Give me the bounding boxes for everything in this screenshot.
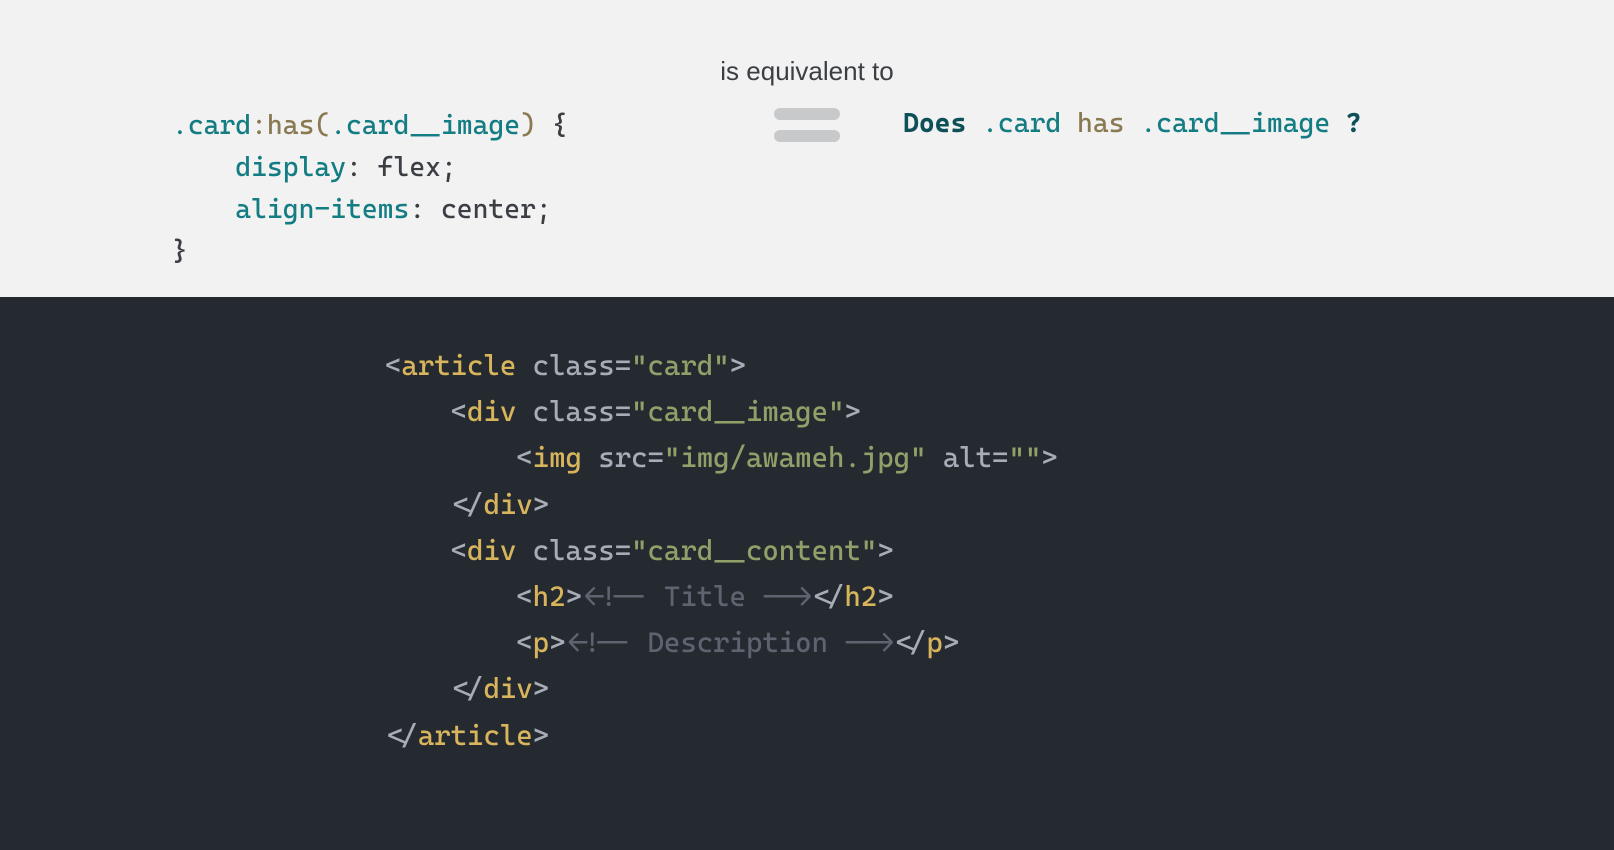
attr-class: class (533, 395, 615, 428)
space (926, 441, 942, 474)
css-brace-close: } (172, 236, 188, 267)
angle-open-slash: </ (894, 626, 927, 659)
equals: = (615, 349, 631, 382)
tag-div: div (467, 534, 516, 567)
angle-open-slash: </ (451, 672, 484, 705)
space (516, 534, 532, 567)
question-has: has (1077, 108, 1140, 139)
angle-open: < (451, 534, 467, 567)
question-mark: ? (1346, 108, 1362, 139)
angle-close: > (533, 719, 549, 752)
angle-close: > (877, 534, 893, 567)
css-colon: : (409, 194, 441, 225)
equals: = (648, 441, 664, 474)
str-src: "img/awameh.jpg" (664, 441, 927, 474)
angle-close: > (877, 580, 893, 613)
tag-div: div (467, 395, 516, 428)
str-card: "card" (631, 349, 729, 382)
css-has-open: :has( (251, 110, 330, 141)
angle-close: > (844, 395, 860, 428)
attr-class: class (533, 349, 615, 382)
angle-open: < (516, 441, 532, 474)
angle-open-slash: </ (385, 719, 418, 752)
equals: = (992, 441, 1008, 474)
equals-bar-top (774, 108, 840, 120)
angle-open: < (516, 580, 532, 613)
equals: = (615, 534, 631, 567)
angle-close: > (730, 349, 746, 382)
question-text: Does .card has .card__image ? (903, 108, 1362, 139)
tag-p-close: p (926, 626, 942, 659)
angle-open: < (451, 395, 467, 428)
comment-description: <!-- Description --> (565, 626, 893, 659)
equals: = (615, 395, 631, 428)
angle-close: > (1041, 441, 1057, 474)
equals-icon (774, 108, 840, 142)
angle-close: > (943, 626, 959, 659)
attr-alt: alt (943, 441, 992, 474)
css-val-flex: flex; (378, 152, 457, 183)
equals-bar-bottom (774, 130, 840, 142)
tag-div-close: div (483, 488, 532, 521)
attr-src: src (598, 441, 647, 474)
angle-close: > (533, 488, 549, 521)
tag-h2: h2 (533, 580, 566, 613)
tag-article-close: article (418, 719, 533, 752)
css-code-block: .card:has(.card__image) { display: flex;… (172, 105, 568, 272)
css-selector-card: .card (172, 110, 251, 141)
space (582, 441, 598, 474)
comment-title: <!-- Title --> (582, 580, 812, 613)
str-card-content: "card__content" (631, 534, 877, 567)
css-colon: : (346, 152, 378, 183)
str-card-image: "card__image" (631, 395, 844, 428)
str-alt: "" (1008, 441, 1041, 474)
angle-open: < (385, 349, 401, 382)
angle-open-slash: </ (812, 580, 845, 613)
space (516, 349, 532, 382)
question-image: .card__image (1140, 108, 1346, 139)
tag-h2-close: h2 (844, 580, 877, 613)
top-panel: is equivalent to .card:has(.card__image)… (0, 0, 1614, 297)
angle-open: < (516, 626, 532, 659)
html-code-block: <article class="card"> <div class="card_… (385, 343, 1058, 759)
angle-close: > (533, 672, 549, 705)
angle-close: > (549, 626, 565, 659)
css-brace-open: { (536, 110, 568, 141)
tag-article: article (401, 349, 516, 382)
css-has-close: ) (520, 110, 536, 141)
tag-p: p (533, 626, 549, 659)
question-does: Does (903, 108, 982, 139)
tag-img: img (533, 441, 582, 474)
angle-close: > (565, 580, 581, 613)
css-prop-align-items: align-items (235, 194, 409, 225)
angle-open-slash: </ (451, 488, 484, 521)
space (516, 395, 532, 428)
attr-class: class (533, 534, 615, 567)
tag-div-close: div (483, 672, 532, 705)
css-selector-image: .card__image (330, 110, 520, 141)
css-val-center: center; (441, 194, 552, 225)
css-prop-display: display (235, 152, 346, 183)
question-card: .card (982, 108, 1077, 139)
bottom-panel: <article class="card"> <div class="card_… (0, 297, 1614, 850)
equivalent-label: is equivalent to (720, 56, 893, 87)
